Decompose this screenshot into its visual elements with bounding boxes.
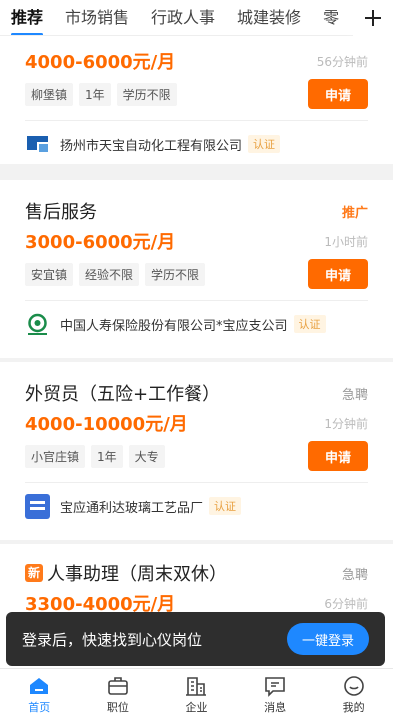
education-chip: 学历不限	[116, 82, 177, 106]
post-time: 1小时前	[324, 234, 368, 249]
nav-messages[interactable]: 消息	[245, 675, 305, 715]
urgent-tag: 急聘	[341, 567, 368, 583]
briefcase-icon	[108, 676, 128, 695]
job-title: 售后服务	[25, 202, 97, 223]
category-tab-bar: 推荐 市场销售 行政人事 城建装修 零	[0, 0, 393, 36]
home-icon	[30, 677, 49, 694]
urgent-tag: 急聘	[341, 387, 368, 403]
job-title: 人事助理（周末双休）	[47, 564, 227, 585]
job-tags: 小官庄镇 1年 大专	[25, 444, 165, 468]
experience-chip: 经验不限	[79, 262, 140, 286]
tab-marketing-sales[interactable]: 市场销售	[54, 3, 140, 33]
post-time: 56分钟前	[316, 54, 368, 69]
education-chip: 学历不限	[145, 262, 206, 286]
tab-construction[interactable]: 城建装修	[226, 3, 312, 33]
message-icon	[265, 676, 285, 697]
nav-label: 职位	[106, 700, 129, 714]
new-badge: 新	[25, 564, 43, 582]
apply-button[interactable]: 申请	[308, 79, 368, 109]
verified-badge: 认证	[248, 135, 281, 153]
profile-icon	[343, 675, 364, 696]
company-name: 中国人寿保险股份有限公司*宝应支公司	[60, 318, 288, 334]
add-category-button[interactable]	[353, 0, 393, 36]
nav-label: 消息	[264, 700, 287, 714]
post-time: 1分钟前	[324, 416, 368, 431]
job-feed: 4000-6000元/月 56分钟前 柳堡镇 1年 学历不限 申请 扬州市天宝自…	[0, 36, 393, 668]
location-chip: 小官庄镇	[25, 444, 86, 468]
job-tags: 安宜镇 经验不限 学历不限	[25, 262, 206, 286]
nav-companies[interactable]: 企业	[166, 675, 226, 715]
job-card[interactable]: 4000-6000元/月 56分钟前 柳堡镇 1年 学历不限 申请 扬州市天宝自…	[0, 36, 393, 164]
apply-button[interactable]: 申请	[308, 259, 368, 289]
login-prompt-text: 登录后，快速找到心仪岗位	[22, 630, 203, 649]
salary: 3000-6000元/月	[25, 232, 176, 253]
company-name: 宝应通利达玻璃工艺品厂	[60, 500, 204, 516]
experience-chip: 1年	[79, 82, 111, 106]
nav-home[interactable]: 首页	[9, 675, 69, 715]
company-name: 扬州市天宝自动化工程有限公司	[60, 138, 243, 154]
plus-icon	[365, 10, 381, 26]
login-prompt-banner: 登录后，快速找到心仪岗位 一键登录	[6, 612, 385, 666]
promo-tag: 推广	[341, 205, 368, 221]
salary: 4000-6000元/月	[25, 52, 176, 73]
nav-profile[interactable]: 我的	[324, 675, 384, 715]
job-card[interactable]: 售后服务 推广 3000-6000元/月 1小时前 安宜镇 经验不限 学历不限 …	[0, 180, 393, 358]
building-icon	[186, 676, 207, 696]
location-chip: 柳堡镇	[25, 82, 74, 106]
company-logo	[25, 132, 50, 157]
bottom-navigation: 首页 职位 企业 消息 我的	[0, 668, 393, 720]
nav-jobs[interactable]: 职位	[88, 675, 148, 715]
tab-retail[interactable]: 零	[312, 3, 350, 33]
location-chip: 安宜镇	[25, 262, 74, 286]
company-logo	[25, 312, 50, 337]
verified-badge: 认证	[293, 315, 326, 333]
experience-chip: 1年	[91, 444, 123, 468]
company-logo	[25, 493, 50, 519]
company-row[interactable]: 扬州市天宝自动化工程有限公司 认证	[25, 121, 368, 167]
job-tags: 柳堡镇 1年 学历不限	[25, 82, 177, 106]
company-row[interactable]: 中国人寿保险股份有限公司*宝应支公司 认证	[25, 301, 368, 347]
nav-label: 首页	[28, 700, 51, 714]
one-click-login-button[interactable]: 一键登录	[287, 623, 369, 655]
apply-button[interactable]: 申请	[308, 441, 368, 471]
salary: 4000-10000元/月	[25, 414, 188, 435]
tab-admin-hr[interactable]: 行政人事	[140, 3, 226, 33]
job-title: 外贸员（五险+工作餐）	[25, 384, 221, 405]
education-chip: 大专	[128, 444, 165, 468]
post-time: 6分钟前	[324, 596, 368, 611]
job-card[interactable]: 外贸员（五险+工作餐） 急聘 4000-10000元/月 1分钟前 小官庄镇 1…	[0, 362, 393, 540]
nav-label: 企业	[185, 700, 208, 714]
nav-label: 我的	[342, 700, 365, 714]
category-tabs: 推荐 市场销售 行政人事 城建装修 零	[0, 0, 350, 35]
verified-badge: 认证	[209, 497, 242, 515]
company-row[interactable]: 宝应通利达玻璃工艺品厂 认证	[25, 483, 368, 529]
tab-recommend[interactable]: 推荐	[0, 3, 54, 35]
